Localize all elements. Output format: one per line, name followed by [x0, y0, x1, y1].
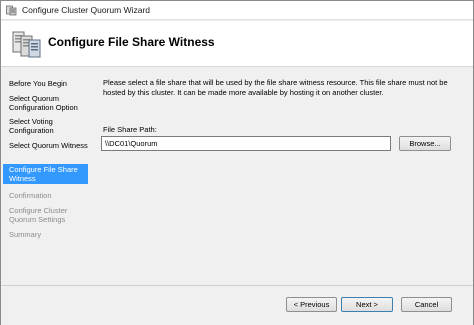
- page-header: Configure File Share Witness: [1, 21, 473, 67]
- instructions-text: Please select a file share that will be …: [103, 78, 448, 97]
- nav-step-confirmation: Confirmation: [9, 191, 52, 200]
- file-share-path-input[interactable]: [101, 136, 391, 151]
- nav-step-configure-file-share-witness[interactable]: Configure File Share Witness: [3, 164, 88, 184]
- nav-step-configure-cluster-quorum-settings: Configure Cluster Quorum Settings: [9, 206, 68, 224]
- browse-button[interactable]: Browse...: [399, 136, 451, 151]
- nav-step-before-you-begin[interactable]: Before You Begin: [6, 79, 88, 88]
- next-button[interactable]: Next >: [341, 297, 393, 312]
- title-bar: Configure Cluster Quorum Wizard: [1, 1, 473, 20]
- wizard-steps-nav: Before You Begin Select Quorum Configura…: [1, 68, 89, 285]
- main-content: Please select a file share that will be …: [96, 68, 471, 285]
- cluster-quorum-icon: [12, 31, 41, 58]
- nav-step-summary: Summary: [9, 230, 42, 239]
- previous-button[interactable]: < Previous: [286, 297, 337, 312]
- nav-step-select-voting-configuration[interactable]: Select Voting Configuration: [6, 117, 88, 135]
- file-share-path-label: File Share Path:: [103, 125, 157, 134]
- wizard-window: Configure Cluster Quorum Wizard Configur…: [0, 0, 474, 325]
- nav-step-select-quorum-configuration-option[interactable]: Select Quorum Configuration Option: [6, 94, 88, 112]
- wizard-footer: < Previous Next > Cancel: [1, 285, 473, 325]
- page-title: Configure File Share Witness: [48, 35, 215, 49]
- window-title: Configure Cluster Quorum Wizard: [22, 5, 151, 15]
- nav-step-select-quorum-witness[interactable]: Select Quorum Witness: [6, 141, 88, 150]
- wizard-app-icon: [6, 5, 17, 16]
- cancel-button[interactable]: Cancel: [401, 297, 452, 312]
